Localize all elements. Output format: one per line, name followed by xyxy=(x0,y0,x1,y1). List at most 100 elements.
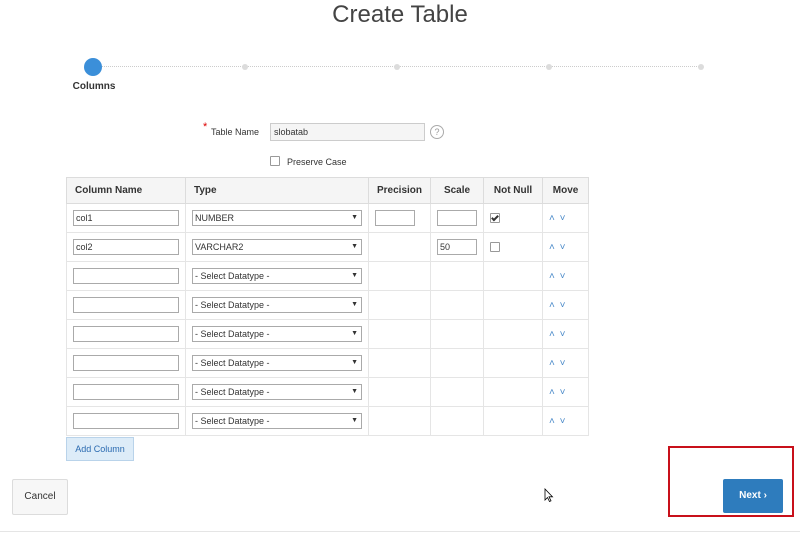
column-name-input[interactable] xyxy=(73,413,179,429)
precision-cell xyxy=(367,261,432,291)
type-cell: - Select Datatype - ▼ xyxy=(185,261,369,291)
chevron-up-icon[interactable]: ˄ xyxy=(549,358,556,369)
type-select[interactable]: - Select Datatype - ▼ xyxy=(192,326,362,342)
chevron-up-icon[interactable]: ˄ xyxy=(549,329,556,340)
precision-cell xyxy=(367,319,432,349)
not-null-checkbox[interactable] xyxy=(490,213,501,223)
scale-cell xyxy=(430,319,485,349)
not-null-cell xyxy=(483,406,544,436)
chevron-up-icon[interactable]: ˄ xyxy=(549,416,556,427)
chevron-down-icon[interactable]: ˅ xyxy=(560,416,567,427)
wizard-step xyxy=(546,64,552,70)
type-cell: - Select Datatype - ▼ xyxy=(185,290,369,320)
not-null-cell xyxy=(483,232,544,262)
wizard-step xyxy=(394,64,400,70)
preserve-case-checkbox[interactable] xyxy=(270,156,280,166)
type-cell: - Select Datatype - ▼ xyxy=(185,319,369,349)
chevron-up-icon[interactable]: ˄ xyxy=(549,213,556,224)
chevron-down-icon[interactable]: ˅ xyxy=(560,387,567,398)
next-button[interactable]: Next › xyxy=(723,479,783,513)
type-select-value: - Select Datatype - xyxy=(195,271,270,281)
column-name-cell: col2 xyxy=(66,232,186,262)
chevron-up-icon[interactable]: ˄ xyxy=(549,387,556,398)
move-cell: ˄ ˅ xyxy=(542,203,590,233)
wizard-step-current xyxy=(84,58,102,76)
chevron-down-icon[interactable]: ˅ xyxy=(560,358,567,369)
chevron-down-icon[interactable]: ˅ xyxy=(560,300,567,311)
type-select[interactable]: - Select Datatype - ▼ xyxy=(192,297,362,313)
header-scale: Scale xyxy=(430,177,485,204)
column-name-cell xyxy=(66,377,186,407)
dropdown-arrow-icon: ▼ xyxy=(351,243,358,250)
column-name-cell xyxy=(66,319,186,349)
type-select-value: VARCHAR2 xyxy=(195,242,244,252)
columns-grid: Column Name Type Precision Scale Not Nul… xyxy=(66,177,590,436)
add-column-button[interactable]: Add Column xyxy=(66,437,134,461)
table-row: - Select Datatype - ▼ ˄ ˅ xyxy=(66,261,590,291)
chevron-up-icon[interactable]: ˄ xyxy=(549,300,556,311)
column-name-input[interactable]: col2 xyxy=(73,239,179,255)
not-null-cell xyxy=(483,319,544,349)
type-cell: VARCHAR2 ▼ xyxy=(185,232,369,262)
scale-cell xyxy=(430,203,485,233)
column-name-input[interactable] xyxy=(73,268,179,284)
column-name-input[interactable] xyxy=(73,326,179,342)
type-select-value: - Select Datatype - xyxy=(195,416,270,426)
type-select[interactable]: - Select Datatype - ▼ xyxy=(192,268,362,284)
column-name-cell xyxy=(66,261,186,291)
chevron-down-icon[interactable]: ˅ xyxy=(560,213,567,224)
chevron-up-icon[interactable]: ˄ xyxy=(549,242,556,253)
column-name-cell xyxy=(66,348,186,378)
dropdown-arrow-icon: ▼ xyxy=(351,417,358,424)
precision-cell xyxy=(367,377,432,407)
precision-input[interactable] xyxy=(375,210,415,226)
table-name-input[interactable]: slobatab xyxy=(270,123,425,141)
move-cell: ˄ ˅ xyxy=(542,377,590,407)
scale-input[interactable] xyxy=(437,210,478,226)
move-cell: ˄ ˅ xyxy=(542,232,590,262)
column-name-input[interactable] xyxy=(73,355,179,371)
type-select[interactable]: NUMBER ▼ xyxy=(192,210,362,226)
chevron-up-icon[interactable]: ˄ xyxy=(549,271,556,282)
dropdown-arrow-icon: ▼ xyxy=(351,214,358,221)
not-null-cell xyxy=(483,261,544,291)
not-null-cell xyxy=(483,348,544,378)
help-icon[interactable]: ? xyxy=(430,125,444,139)
precision-cell xyxy=(367,406,432,436)
chevron-down-icon[interactable]: ˅ xyxy=(560,271,567,282)
cancel-button[interactable]: Cancel xyxy=(12,479,68,515)
scale-cell: 50 xyxy=(430,232,485,262)
header-move: Move xyxy=(542,177,590,204)
table-row: - Select Datatype - ▼ ˄ ˅ xyxy=(66,406,590,436)
move-cell: ˄ ˅ xyxy=(542,348,590,378)
column-name-input[interactable] xyxy=(73,297,179,313)
type-select[interactable]: - Select Datatype - ▼ xyxy=(192,355,362,371)
column-name-cell xyxy=(66,406,186,436)
next-button-label: Next xyxy=(739,490,761,501)
column-name-cell xyxy=(66,290,186,320)
not-null-checkbox[interactable] xyxy=(490,242,501,252)
dropdown-arrow-icon: ▼ xyxy=(351,388,358,395)
chevron-down-icon[interactable]: ˅ xyxy=(560,329,567,340)
type-select-value: - Select Datatype - xyxy=(195,387,270,397)
type-select[interactable]: - Select Datatype - ▼ xyxy=(192,384,362,400)
type-select[interactable]: - Select Datatype - ▼ xyxy=(192,413,362,429)
table-row: col1 NUMBER ▼ ˄ ˅ xyxy=(66,203,590,233)
wizard-step xyxy=(242,64,248,70)
not-null-cell xyxy=(483,203,544,233)
scale-input[interactable]: 50 xyxy=(437,239,478,255)
scale-cell xyxy=(430,348,485,378)
chevron-down-icon[interactable]: ˅ xyxy=(560,242,567,253)
type-select[interactable]: VARCHAR2 ▼ xyxy=(192,239,362,255)
column-name-input[interactable] xyxy=(73,384,179,400)
scale-cell xyxy=(430,290,485,320)
wizard-step xyxy=(698,64,704,70)
header-not-null: Not Null xyxy=(483,177,544,204)
type-select-value: - Select Datatype - xyxy=(195,300,270,310)
column-name-cell: col1 xyxy=(66,203,186,233)
type-cell: - Select Datatype - ▼ xyxy=(185,348,369,378)
type-cell: - Select Datatype - ▼ xyxy=(185,377,369,407)
column-name-input[interactable]: col1 xyxy=(73,210,179,226)
table-row: - Select Datatype - ▼ ˄ ˅ xyxy=(66,290,590,320)
wizard-step-label: Columns xyxy=(72,81,116,92)
